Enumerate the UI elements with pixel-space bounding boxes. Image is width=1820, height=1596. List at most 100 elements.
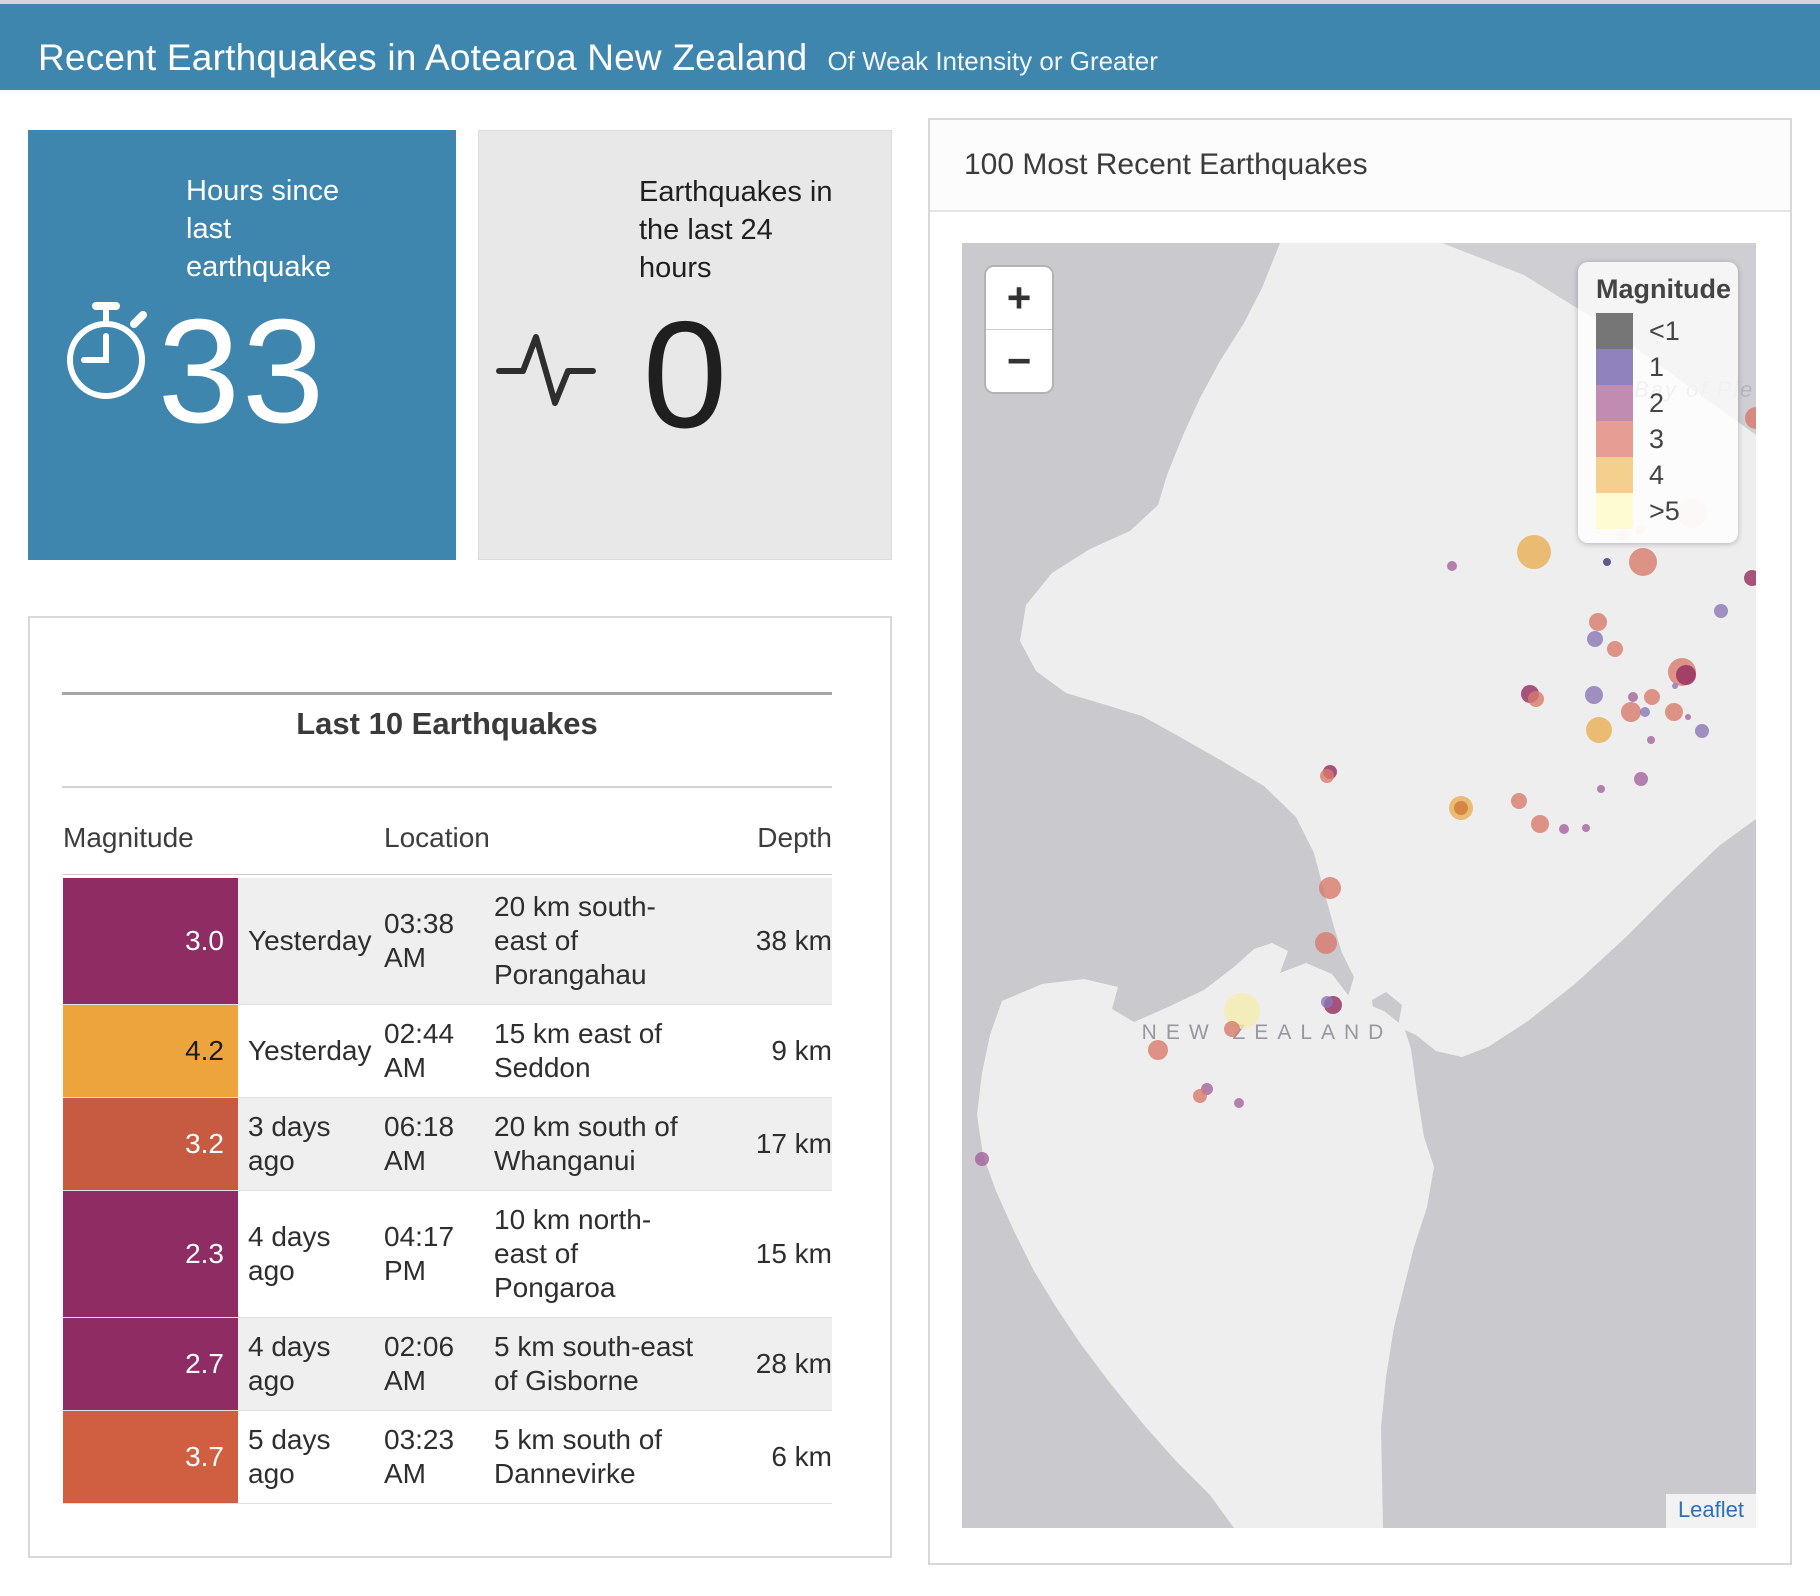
legend-item: 3 — [1596, 421, 1738, 457]
earthquake-marker[interactable] — [1454, 801, 1468, 815]
earthquake-marker[interactable] — [1695, 724, 1709, 738]
time-cell: 03:23 AM — [384, 1411, 494, 1503]
time-cell: 06:18 AM — [384, 1098, 494, 1190]
earthquake-marker[interactable] — [1647, 736, 1655, 744]
map-attribution: Leaflet — [1666, 1494, 1756, 1528]
table-row: 3.23 days ago06:18 AM20 km south of Whan… — [63, 1098, 832, 1191]
legend-label: >5 — [1649, 496, 1680, 527]
legend-swatch — [1596, 349, 1633, 385]
magnitude-cell: 3.2 — [63, 1098, 238, 1190]
legend-item: <1 — [1596, 313, 1738, 349]
legend-label: 1 — [1649, 352, 1664, 383]
legend-label: 4 — [1649, 460, 1664, 491]
earthquake-marker[interactable] — [1234, 1098, 1244, 1108]
earthquake-marker[interactable] — [1744, 570, 1756, 586]
date-cell: 5 days ago — [238, 1411, 384, 1503]
earthquake-marker[interactable] — [1665, 703, 1683, 721]
earthquake-marker[interactable] — [1511, 793, 1527, 809]
earthquake-marker[interactable] — [975, 1152, 989, 1166]
earthquake-marker[interactable] — [1528, 691, 1544, 707]
earthquake-marker[interactable] — [1586, 717, 1612, 743]
table-row: 3.0Yesterday03:38 AM20 km south-east of … — [63, 878, 832, 1005]
date-cell: Yesterday — [238, 878, 384, 1004]
page-title: Recent Earthquakes in Aotearoa New Zeala… — [38, 37, 807, 79]
earthquake-marker[interactable] — [1714, 604, 1728, 618]
leaflet-link[interactable]: Leaflet — [1678, 1497, 1744, 1522]
earthquake-marker[interactable] — [1640, 707, 1650, 717]
earthquake-marker[interactable] — [1644, 689, 1660, 705]
zoom-out-button[interactable]: − — [986, 330, 1052, 392]
map-panel-header: 100 Most Recent Earthquakes — [930, 120, 1790, 212]
last-24h-value: 0 — [479, 299, 891, 451]
hours-since-card: Hours since last earthquake 33 — [28, 130, 456, 560]
earthquake-marker[interactable] — [1224, 1021, 1240, 1037]
legend-swatch — [1596, 313, 1633, 349]
location-cell: 5 km south of Dannevirke — [494, 1411, 699, 1503]
earthquake-marker[interactable] — [1447, 561, 1457, 571]
legend-item: 2 — [1596, 385, 1738, 421]
legend-items: <1 1 2 3 4 >5 — [1596, 313, 1738, 529]
earthquake-marker[interactable] — [1629, 548, 1657, 576]
earthquake-marker[interactable] — [1585, 686, 1603, 704]
legend-label: 2 — [1649, 388, 1664, 419]
zoom-in-button[interactable]: + — [986, 267, 1052, 330]
earthquake-marker[interactable] — [1315, 932, 1337, 954]
earthquake-marker[interactable] — [1321, 996, 1333, 1008]
earthquake-marker[interactable] — [1582, 824, 1590, 832]
earthquake-marker[interactable] — [1559, 824, 1569, 834]
table-row: 2.34 days ago04:17 PM10 km north-east of… — [63, 1191, 832, 1318]
depth-cell: 9 km — [699, 1005, 832, 1097]
table-row: 2.74 days ago02:06 AM5 km south-east of … — [63, 1318, 832, 1411]
time-cell: 04:17 PM — [384, 1191, 494, 1317]
date-cell: 4 days ago — [238, 1191, 384, 1317]
recent-earthquakes-map-panel: 100 Most Recent Earthquakes Bay of Ple N… — [928, 118, 1792, 1565]
last-24h-card: Earthquakes in the last 24 hours 0 — [478, 130, 892, 560]
earthquake-marker[interactable] — [1531, 815, 1549, 833]
table-row: 3.75 days ago03:23 AM5 km south of Danne… — [63, 1411, 832, 1504]
earthquake-marker[interactable] — [1319, 877, 1341, 899]
earthquake-marker[interactable] — [1676, 665, 1696, 685]
earthquake-marker[interactable] — [1628, 692, 1638, 702]
leaflet-map[interactable]: Bay of Ple NEW ZEALAND + − Magnitude <11… — [962, 243, 1756, 1528]
earthquake-marker[interactable] — [1685, 714, 1691, 720]
depth-cell: 28 km — [699, 1318, 832, 1410]
earthquake-marker[interactable] — [1193, 1089, 1207, 1103]
earthquake-marker[interactable] — [1603, 558, 1611, 566]
legend-swatch — [1596, 421, 1633, 457]
earthquake-marker[interactable] — [1597, 785, 1605, 793]
location-cell: 10 km north-east of Pongaroa — [494, 1191, 699, 1317]
table-header-row: Magnitude Location Depth — [63, 804, 832, 872]
location-cell: 20 km south of Whanganui — [494, 1098, 699, 1190]
legend-label: 3 — [1649, 424, 1664, 455]
location-cell: 15 km east of Seddon — [494, 1005, 699, 1097]
legend-label: <1 — [1649, 316, 1680, 347]
location-cell: 20 km south-east of Porangahau — [494, 878, 699, 1004]
earthquake-marker[interactable] — [1621, 702, 1641, 722]
hours-since-value: 33 — [28, 298, 456, 446]
earthquake-marker[interactable] — [1148, 1040, 1168, 1060]
earthquake-marker[interactable] — [1587, 631, 1603, 647]
earthquake-marker[interactable] — [1634, 772, 1648, 786]
table-title: Last 10 Earthquakes — [30, 706, 864, 742]
date-cell: Yesterday — [238, 1005, 384, 1097]
magnitude-legend: Magnitude <11234>5 — [1578, 262, 1738, 543]
page-subtitle: Of Weak Intensity or Greater — [827, 46, 1157, 77]
date-cell: 4 days ago — [238, 1318, 384, 1410]
depth-cell: 15 km — [699, 1191, 832, 1317]
time-cell: 03:38 AM — [384, 878, 494, 1004]
earthquake-marker[interactable] — [1607, 641, 1623, 657]
date-cell: 3 days ago — [238, 1098, 384, 1190]
legend-item: 4 — [1596, 457, 1738, 493]
legend-item: >5 — [1596, 493, 1738, 529]
earthquake-marker[interactable] — [1672, 683, 1678, 689]
earthquake-marker[interactable] — [1589, 613, 1607, 631]
earthquake-marker[interactable] — [1320, 769, 1334, 783]
hours-since-label: Hours since last earthquake — [186, 172, 366, 286]
last-24h-label: Earthquakes in the last 24 hours — [639, 173, 849, 287]
column-header-depth: Depth — [589, 822, 832, 854]
earthquake-marker[interactable] — [1517, 535, 1551, 569]
table-body: 3.0Yesterday03:38 AM20 km south-east of … — [63, 878, 832, 1504]
legend-item: 1 — [1596, 349, 1738, 385]
depth-cell: 17 km — [699, 1098, 832, 1190]
table-row: 4.2Yesterday02:44 AM15 km east of Seddon… — [63, 1005, 832, 1098]
